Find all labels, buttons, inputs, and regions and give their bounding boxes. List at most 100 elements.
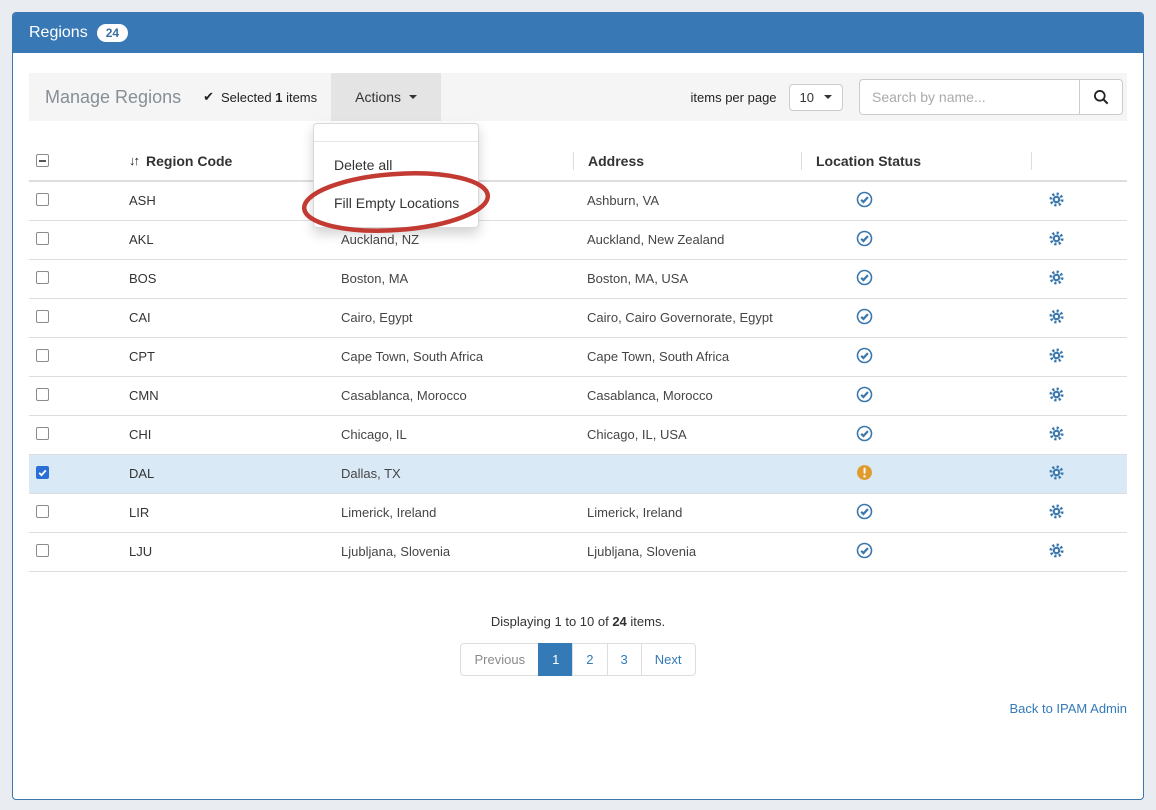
- name-cell: Cairo, Egypt: [327, 298, 573, 337]
- row-checkbox[interactable]: [36, 193, 49, 206]
- menu-item-delete-all[interactable]: Delete all: [314, 146, 478, 184]
- page-number-2[interactable]: 2: [572, 643, 607, 676]
- row-settings-button[interactable]: [1049, 348, 1064, 363]
- check-circle-icon: [856, 230, 873, 247]
- actions-button[interactable]: Actions: [331, 73, 441, 121]
- row-settings-button[interactable]: [1049, 426, 1064, 441]
- address-cell: [573, 454, 801, 493]
- menu-item-fill-empty-locations[interactable]: Fill Empty Locations: [314, 184, 478, 222]
- actions-button-label: Actions: [355, 89, 401, 105]
- address-cell: Cairo, Cairo Governorate, Egypt: [573, 298, 801, 337]
- name-cell: Cape Town, South Africa: [327, 337, 573, 376]
- check-circle-icon: [856, 542, 873, 559]
- row-checkbox[interactable]: [36, 544, 49, 557]
- address-cell: Casablanca, Morocco: [573, 376, 801, 415]
- row-settings-button[interactable]: [1049, 309, 1064, 324]
- region-code-cell: BOS: [115, 259, 327, 298]
- location-status-cell: [801, 454, 1031, 493]
- row-checkbox[interactable]: [36, 349, 49, 362]
- row-settings-button[interactable]: [1049, 504, 1064, 519]
- displaying-text: Displaying 1 to 10 of 24 items.: [29, 614, 1127, 629]
- gear-icon: [1049, 348, 1064, 363]
- regions-table: ↓↑ Region Code Address Location Status: [29, 141, 1127, 572]
- check-circle-icon: [856, 191, 873, 208]
- check-circle-icon: [856, 347, 873, 364]
- row-checkbox[interactable]: [36, 271, 49, 284]
- header-location-status: Location Status: [801, 141, 1031, 181]
- items-per-page-value: 10: [800, 90, 814, 105]
- caret-down-icon: [824, 95, 832, 99]
- address-cell: Ashburn, VA: [573, 181, 801, 220]
- table-row: CHI Chicago, IL Chicago, IL, USA: [29, 415, 1127, 454]
- pagination: Previous123Next: [29, 643, 1127, 676]
- actions-menu: Delete allFill Empty Locations: [313, 123, 479, 228]
- gear-icon: [1049, 309, 1064, 324]
- header-address: Address: [573, 141, 801, 181]
- back-to-ipam-link[interactable]: Back to IPAM Admin: [1009, 701, 1127, 716]
- table-row: LJU Ljubljana, Slovenia Ljubljana, Slove…: [29, 532, 1127, 571]
- name-cell: Casablanca, Morocco: [327, 376, 573, 415]
- region-count-badge: 24: [97, 24, 128, 42]
- gear-icon: [1049, 387, 1064, 402]
- region-code-cell: CMN: [115, 376, 327, 415]
- search-button[interactable]: [1079, 79, 1123, 115]
- items-per-page-label: items per page: [691, 90, 777, 105]
- table-row: CMN Casablanca, Morocco Casablanca, Moro…: [29, 376, 1127, 415]
- selected-items-text: Selected 1 items: [221, 90, 317, 105]
- gear-icon: [1049, 231, 1064, 246]
- row-settings-button[interactable]: [1049, 231, 1064, 246]
- region-code-cell: CAI: [115, 298, 327, 337]
- gear-icon: [1049, 270, 1064, 285]
- check-circle-icon: [856, 308, 873, 325]
- panel-body: Manage Regions ✔ Selected 1 items Action…: [13, 53, 1143, 718]
- page-number-1[interactable]: 1: [538, 643, 573, 676]
- magnifier-icon: [1093, 89, 1110, 106]
- row-settings-button[interactable]: [1049, 465, 1064, 480]
- row-checkbox[interactable]: [36, 232, 49, 245]
- row-checkbox[interactable]: [36, 310, 49, 323]
- sort-icon[interactable]: ↓↑: [129, 153, 138, 168]
- regions-panel: Regions 24 Manage Regions ✔ Selected 1 i…: [12, 12, 1144, 800]
- select-all-checkbox[interactable]: [36, 154, 49, 167]
- row-settings-button[interactable]: [1049, 270, 1064, 285]
- page-previous[interactable]: Previous: [460, 643, 539, 676]
- search-input[interactable]: [859, 79, 1079, 115]
- table-row: LIR Limerick, Ireland Limerick, Ireland: [29, 493, 1127, 532]
- address-cell: Auckland, New Zealand: [573, 220, 801, 259]
- table-header-row: ↓↑ Region Code Address Location Status: [29, 141, 1127, 181]
- row-checkbox[interactable]: [36, 427, 49, 440]
- footer-links: Back to IPAM Admin: [29, 700, 1127, 718]
- name-cell: Dallas, TX: [327, 454, 573, 493]
- address-cell: Boston, MA, USA: [573, 259, 801, 298]
- header-region-code[interactable]: ↓↑ Region Code: [115, 141, 327, 181]
- gear-icon: [1049, 543, 1064, 558]
- name-cell: Chicago, IL: [327, 415, 573, 454]
- gear-icon: [1049, 465, 1064, 480]
- row-checkbox[interactable]: [36, 466, 49, 479]
- row-checkbox[interactable]: [36, 388, 49, 401]
- location-status-cell: [801, 493, 1031, 532]
- location-status-cell: [801, 337, 1031, 376]
- region-code-cell: CPT: [115, 337, 327, 376]
- page-number-3[interactable]: 3: [607, 643, 642, 676]
- row-settings-button[interactable]: [1049, 543, 1064, 558]
- region-code-cell: LJU: [115, 532, 327, 571]
- row-settings-button[interactable]: [1049, 192, 1064, 207]
- toolbar: Manage Regions ✔ Selected 1 items Action…: [29, 73, 1127, 121]
- region-code-cell: DAL: [115, 454, 327, 493]
- location-status-cell: [801, 181, 1031, 220]
- location-status-cell: [801, 259, 1031, 298]
- search-group: [859, 79, 1123, 115]
- items-per-page-select[interactable]: 10: [789, 84, 843, 111]
- page-next[interactable]: Next: [641, 643, 696, 676]
- table-row: CPT Cape Town, South Africa Cape Town, S…: [29, 337, 1127, 376]
- menu-divider: [314, 141, 478, 142]
- caret-down-icon: [409, 95, 417, 99]
- row-checkbox[interactable]: [36, 505, 49, 518]
- warning-circle-icon: [856, 464, 873, 481]
- location-status-cell: [801, 298, 1031, 337]
- location-status-cell: [801, 415, 1031, 454]
- row-settings-button[interactable]: [1049, 387, 1064, 402]
- location-status-cell: [801, 220, 1031, 259]
- check-circle-icon: [856, 425, 873, 442]
